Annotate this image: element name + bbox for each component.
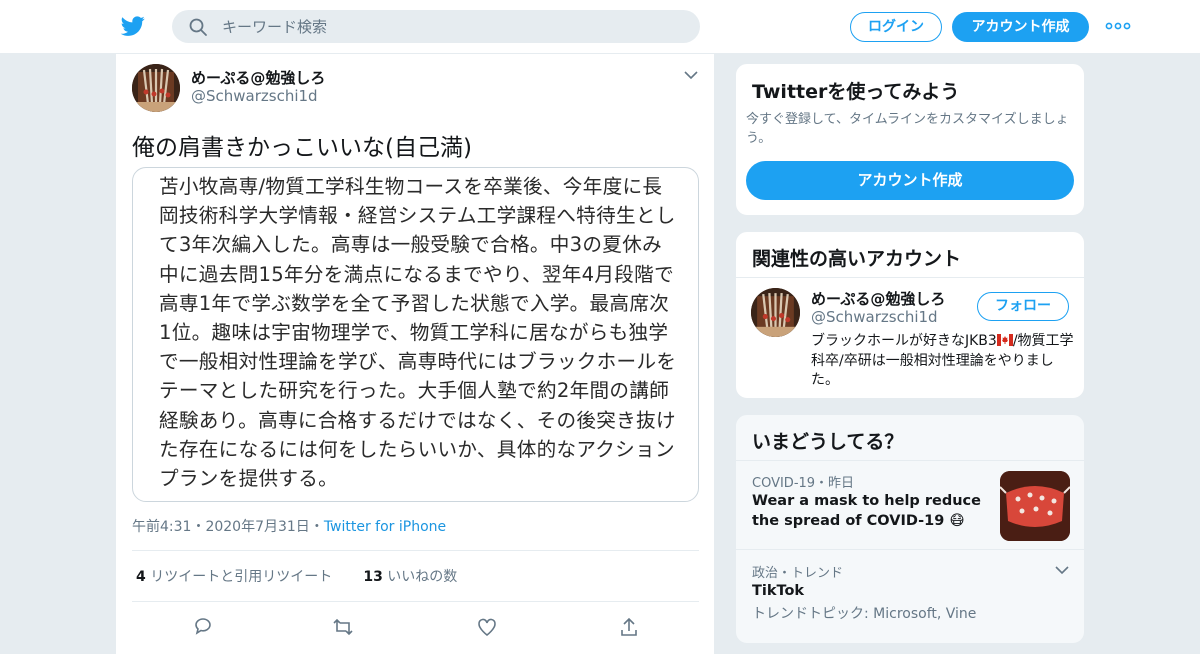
tweet-text: 俺の肩書きかっこいいな(自己満)	[132, 135, 472, 161]
retweet-stat[interactable]: 4 リツイートと引用リツイート	[136, 569, 332, 585]
trends-card: いまどうしてる？ COVID-19・昨日 Wear a mask to help…	[735, 414, 1085, 644]
divider	[736, 277, 1084, 278]
tweet-card: めーぷる@勉強しろ @Schwarzschi1d 俺の肩書きかっこいいな(自己満…	[115, 54, 715, 654]
divider	[132, 550, 699, 551]
tweet-source-link[interactable]: Twitter for iPhone	[324, 519, 446, 535]
avatar-image	[132, 64, 180, 112]
maple-leaf-flag-icon	[996, 334, 1013, 346]
related-account-handle[interactable]: @Schwarzschi1d	[811, 308, 938, 326]
mask-photo	[1000, 471, 1070, 541]
divider	[736, 549, 1084, 550]
twitter-bird-logo-icon[interactable]	[120, 14, 146, 38]
author-avatar[interactable]	[132, 64, 180, 112]
tweet-stats: 4 リツイートと引用リツイート 13 いいねの数	[136, 566, 457, 586]
related-account-bio: ブラックホールが好きなJKB3/物質工学科卒/卒研は一般相対性理論をやりました。	[811, 332, 1076, 391]
avatar-image	[751, 288, 800, 337]
signup-cta-button[interactable]: アカウント作成	[746, 161, 1074, 200]
author-display-name[interactable]: めーぷる@勉強しろ	[191, 67, 325, 88]
top-nav-bar: ログイン アカウント作成	[0, 0, 1200, 54]
trend-subtitle: トレンドトピック: Microsoft, Vine	[752, 606, 977, 622]
like-count: 13	[363, 569, 383, 585]
trend-context: COVID-19・昨日	[752, 476, 855, 491]
login-button[interactable]: ログイン	[850, 12, 942, 42]
follow-button[interactable]: フォロー	[977, 292, 1069, 321]
more-options-icon[interactable]	[1104, 18, 1132, 34]
search-input[interactable]	[222, 10, 682, 43]
related-title: 関連性の高いアカウント	[752, 248, 962, 270]
meta-separator: ・	[309, 519, 324, 535]
search-bar[interactable]	[172, 10, 700, 43]
signup-description: 今すぐ登録して、タイムラインをカスタマイズしましょう。	[746, 112, 1069, 146]
trend-headline[interactable]: TikTok	[752, 581, 804, 601]
divider	[736, 460, 1084, 461]
meta-separator: ・	[191, 519, 206, 535]
share-icon[interactable]	[618, 616, 640, 638]
retweet-label: リツイートと引用リツイート	[150, 569, 333, 585]
chevron-down-icon[interactable]	[684, 70, 698, 80]
retweet-icon[interactable]	[332, 616, 354, 638]
tweet-image[interactable]: 苫小牧高専/物質工学科生物コースを卒業後、今年度に長岡技術科学大学情報・経営シス…	[132, 167, 699, 502]
retweet-count: 4	[136, 569, 146, 585]
related-account-name[interactable]: めーぷる@勉強しろ	[811, 288, 945, 309]
tweet-date[interactable]: 2020年7月31日	[205, 519, 309, 535]
like-icon[interactable]	[476, 616, 498, 638]
author-handle[interactable]: @Schwarzschi1d	[191, 87, 318, 105]
signup-prompt-card: Twitterを使ってみよう 今すぐ登録して、タイムラインをカスタマイズしましょ…	[735, 63, 1085, 216]
search-icon	[189, 18, 207, 36]
like-stat[interactable]: 13 いいねの数	[363, 569, 457, 585]
trend-headline[interactable]: Wear a mask to help reduce the spread of…	[752, 491, 992, 531]
signup-button[interactable]: アカウント作成	[952, 12, 1089, 42]
divider	[132, 601, 699, 602]
related-accounts-card: 関連性の高いアカウント めーぷる@勉強しろ @Schwarzschi1d フォロ…	[735, 231, 1085, 399]
trend-thumbnail[interactable]	[1000, 471, 1070, 541]
chevron-down-icon[interactable]	[1055, 565, 1069, 575]
reply-icon[interactable]	[192, 616, 214, 638]
related-account-avatar[interactable]	[751, 288, 800, 337]
like-label: いいねの数	[387, 569, 458, 585]
signup-title: Twitterを使ってみよう	[752, 81, 960, 103]
image-caption-text: 苫小牧高専/物質工学科生物コースを卒業後、今年度に長岡技術科学大学情報・経営シス…	[159, 175, 677, 491]
bio-text-start: ブラックホールが好きなJKB3	[811, 333, 997, 349]
tweet-time[interactable]: 午前4:31	[132, 519, 191, 535]
trends-title: いまどうしてる？	[752, 431, 904, 453]
tweet-timestamp: 午前4:31・2020年7月31日・Twitter for iPhone	[132, 516, 446, 536]
trend-context: 政治・トレンド	[752, 566, 844, 581]
